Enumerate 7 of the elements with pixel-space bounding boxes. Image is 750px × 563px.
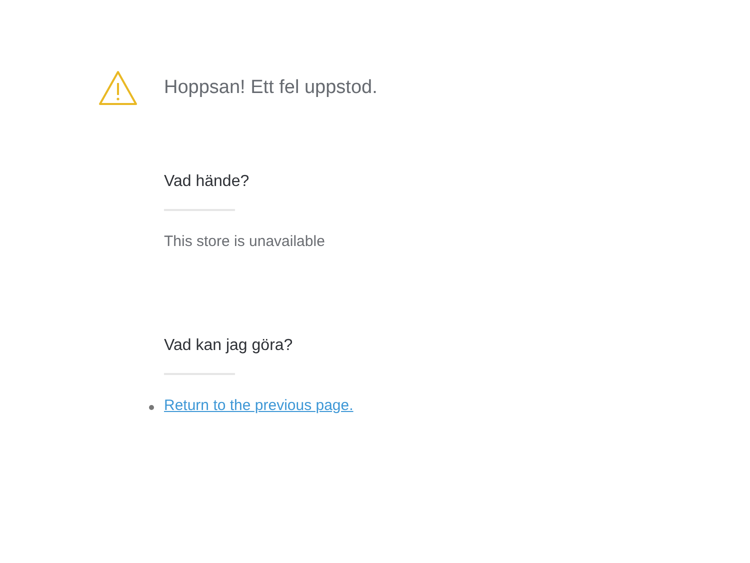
section-text: This store is unavailable [164,232,326,252]
warning-icon [98,70,138,106]
error-title: Hoppsan! Ett fel uppstod. [164,77,378,99]
previous-page-link[interactable]: Return to the previous page. [164,397,354,414]
section-heading: Vad kan jag göra? [164,336,294,356]
bullet-icon [149,405,154,410]
section-heading: Vad hände? [164,172,250,192]
